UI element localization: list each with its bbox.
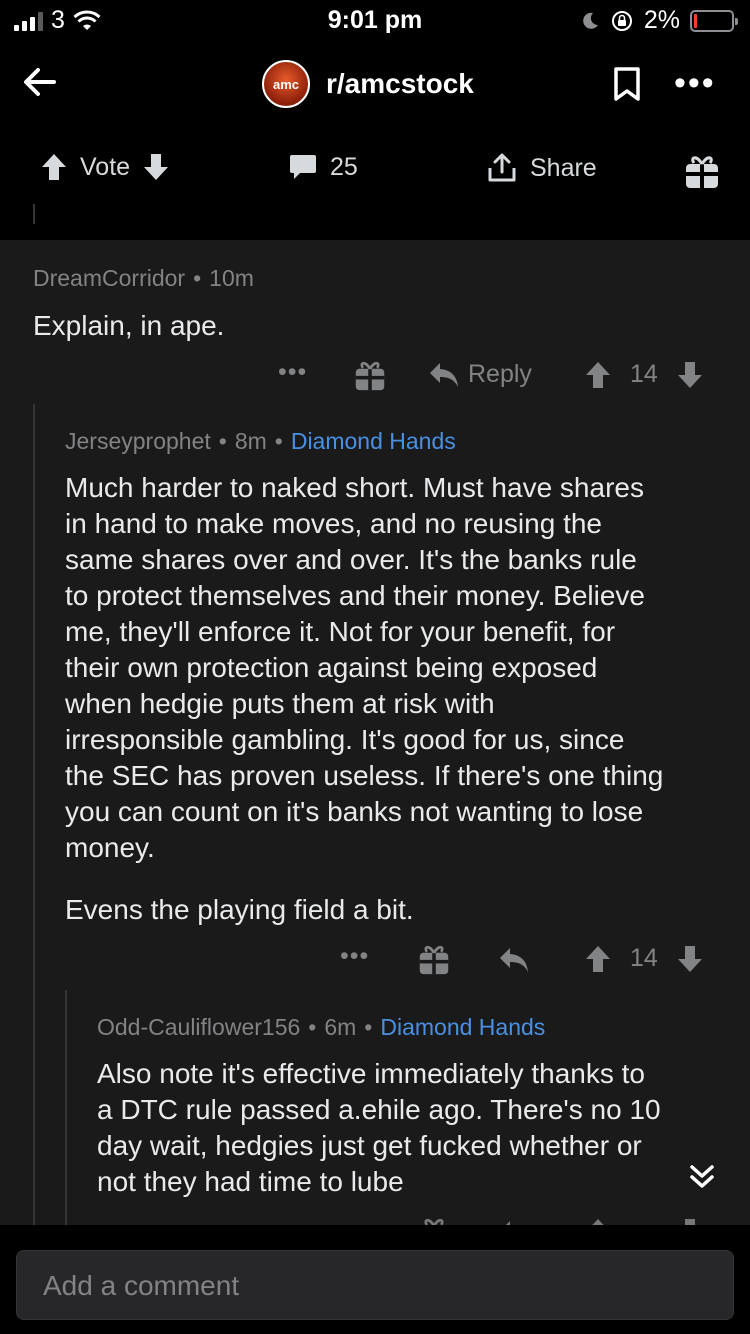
meta-separator: • xyxy=(193,265,202,291)
comments-section: DreamCorridor • 10m Explain, in ape. •••… xyxy=(0,240,750,1225)
body-line: Much harder to naked short. Must have sh… xyxy=(65,472,644,503)
comment-author[interactable]: DreamCorridor xyxy=(33,265,185,292)
body-paragraph: Evens the playing field a bit. xyxy=(65,894,414,925)
vote-group: Vote xyxy=(40,152,170,182)
body-line: you can count on it's banks not wanting … xyxy=(65,796,644,827)
user-flair: Diamond Hands xyxy=(290,428,456,454)
vote-label: Vote xyxy=(80,152,131,181)
comment-meta: Jerseyprophet • 8m • Diamond Hands xyxy=(65,428,456,455)
body-line: in hand to make moves, and no reusing th… xyxy=(65,508,603,539)
body-line: the SEC has proven useless. If there's o… xyxy=(65,760,664,791)
share-button[interactable]: Share xyxy=(486,152,597,184)
gift-icon xyxy=(686,156,718,188)
subreddit-name: r/amcstock xyxy=(326,68,474,99)
reply-arrow-icon xyxy=(430,362,458,387)
thread-line xyxy=(33,404,35,1225)
post-action-bar: Vote 25 Share xyxy=(0,128,750,224)
comment-score: 14 xyxy=(630,360,658,388)
comment-meta: Odd-Cauliflower156 • 6m • Diamond Hands xyxy=(97,1014,545,1041)
subreddit-avatar: amc xyxy=(262,60,310,108)
upvote-icon[interactable] xyxy=(584,1217,612,1225)
share-icon xyxy=(488,153,516,182)
body-line: Also note it's effective immediately tha… xyxy=(97,1058,645,1089)
comment-age: 6m xyxy=(324,1014,357,1040)
comment-body: Also note it's effective immediately tha… xyxy=(97,1056,737,1200)
body-line: a DTC rule passed a.ehile ago. There's n… xyxy=(97,1094,661,1125)
reply-label: Reply xyxy=(468,360,532,388)
gift-icon[interactable] xyxy=(354,358,386,392)
body-line: day wait, hedgies just get fucked whethe… xyxy=(97,1130,642,1161)
comment-age: 10m xyxy=(209,265,254,291)
comment-bubble-icon xyxy=(290,155,316,179)
body-line: me, they'll enforce it. Not for your ben… xyxy=(65,616,616,647)
top-nav-bar: amc r/amcstock ••• xyxy=(0,44,750,128)
body-line: to protect themselves and their money. B… xyxy=(65,580,646,611)
subreddit-link[interactable]: amc r/amcstock xyxy=(262,60,474,108)
back-button[interactable] xyxy=(18,60,62,104)
comment-author[interactable]: Jerseyprophet xyxy=(65,428,211,455)
comment-meta: DreamCorridor • 10m xyxy=(33,265,254,292)
upvote-icon[interactable] xyxy=(584,360,612,390)
comment-age: 8m xyxy=(234,428,267,454)
bookmark-icon xyxy=(614,67,640,101)
double-chevron-down-icon xyxy=(690,1165,714,1188)
bookmark-button[interactable] xyxy=(612,66,642,107)
arrow-left-icon xyxy=(24,68,56,96)
comments-button[interactable]: 25 xyxy=(288,152,358,182)
body-line: not they had time to lube xyxy=(97,1166,404,1197)
comment-actions: ••• Reply 14 xyxy=(278,358,708,394)
downvote-icon[interactable] xyxy=(676,360,704,390)
comment-actions: ••• 14 xyxy=(340,942,710,978)
battery-percent: 2% xyxy=(643,6,680,34)
comment-body: Explain, in ape. xyxy=(33,310,225,341)
comment-actions xyxy=(418,1215,718,1225)
add-comment-placeholder: Add a comment xyxy=(43,1270,240,1301)
body-line: when hedgie puts them at risk with xyxy=(65,688,495,719)
meta-separator: • xyxy=(218,428,227,454)
battery-icon xyxy=(690,9,738,32)
upvote-icon[interactable] xyxy=(40,152,68,182)
more-options-button[interactable]: ••• xyxy=(674,64,716,103)
gift-icon[interactable] xyxy=(418,942,450,976)
reply-arrow-icon[interactable] xyxy=(498,946,530,974)
award-button[interactable] xyxy=(684,152,720,190)
comment-author[interactable]: Odd-Cauliflower156 xyxy=(97,1014,300,1041)
user-flair: Diamond Hands xyxy=(380,1014,546,1040)
comment-score: 14 xyxy=(630,944,658,972)
status-bar: 3 9:01 pm 2% xyxy=(0,0,750,40)
upvote-icon[interactable] xyxy=(584,944,612,974)
downvote-icon[interactable] xyxy=(676,944,704,974)
body-line: their own protection against being expos… xyxy=(65,652,598,683)
body-line: irresponsible gambling. It's good for us… xyxy=(65,724,625,755)
comment-more-button[interactable]: ••• xyxy=(340,942,369,971)
comment-more-button[interactable]: ••• xyxy=(278,358,307,387)
comment-body: Much harder to naked short. Must have sh… xyxy=(65,470,735,928)
moon-icon xyxy=(583,12,598,29)
add-comment-input[interactable]: Add a comment xyxy=(16,1250,734,1320)
thread-line xyxy=(33,204,35,224)
comments-count: 25 xyxy=(330,152,358,181)
gift-icon[interactable] xyxy=(418,1215,450,1225)
share-label: Share xyxy=(530,153,597,182)
meta-separator: • xyxy=(364,1014,373,1040)
meta-separator: • xyxy=(274,428,283,454)
downvote-icon[interactable] xyxy=(142,152,170,182)
body-line: money. xyxy=(65,832,155,863)
meta-separator: • xyxy=(308,1014,317,1040)
body-line: same shares over and over. It's the bank… xyxy=(65,544,637,575)
downvote-icon[interactable] xyxy=(676,1217,704,1225)
thread-line xyxy=(65,990,67,1225)
next-comment-button[interactable] xyxy=(670,1145,734,1209)
orientation-lock-icon xyxy=(611,10,632,31)
reply-button[interactable]: Reply xyxy=(428,360,532,389)
